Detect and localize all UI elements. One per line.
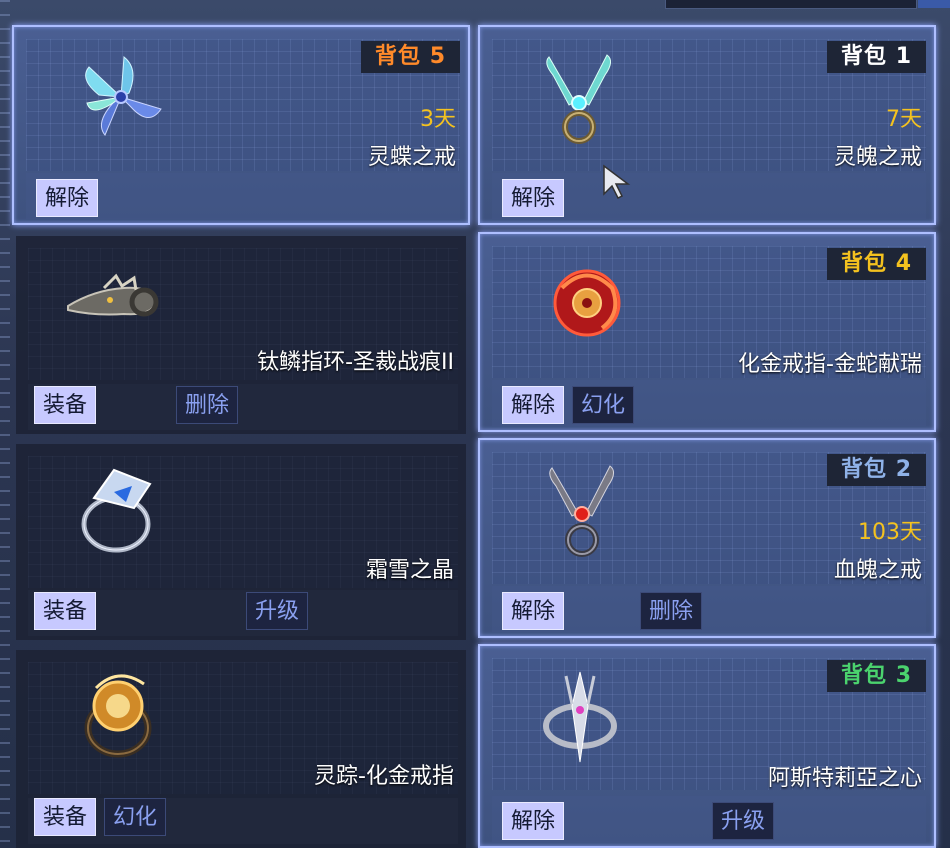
remaining-days: 103天: [858, 520, 922, 545]
ring-card-astraea[interactable]: 背包 3 阿斯特莉亞之心 解除 升级: [478, 644, 936, 848]
item-name: 化金戒指-金蛇献瑞: [738, 352, 922, 377]
transform-button[interactable]: 幻化: [572, 386, 635, 424]
bag-badge: 背包 3: [827, 660, 926, 692]
ring-card-titanium[interactable]: 钛鳞指环-圣裁战痕II 装备 删除: [16, 236, 466, 434]
item-name: 灵蝶之戒: [367, 145, 456, 170]
unequip-button[interactable]: 解除: [36, 179, 99, 217]
unequip-button[interactable]: 解除: [502, 802, 565, 840]
bag-badge: 背包 2: [827, 454, 926, 486]
frost-crystal-ring-icon: [81, 468, 152, 553]
remaining-days: 7天: [886, 107, 922, 132]
bag-badge: 背包 4: [827, 248, 926, 280]
unequip-button[interactable]: 解除: [502, 179, 565, 217]
unequip-button[interactable]: 解除: [502, 386, 565, 424]
top-input-bar[interactable]: [665, 0, 917, 9]
ring-card-soul[interactable]: 背包 1 7天 灵魄之戒 解除: [478, 25, 936, 225]
transform-button[interactable]: 幻化: [104, 798, 167, 836]
titanium-scale-ring-icon: [67, 273, 159, 317]
upgrade-button[interactable]: 升级: [246, 592, 309, 630]
soul-ring-icon: [546, 54, 611, 144]
item-name: 血魄之戒: [833, 558, 922, 583]
item-name: 阿斯特莉亞之心: [767, 766, 922, 791]
ring-card-frost[interactable]: 霜雪之晶 装备 升级: [16, 444, 466, 640]
golden-snake-ring-icon: [553, 269, 621, 337]
bag-badge: 背包 5: [361, 41, 460, 73]
item-name: 灵魄之戒: [833, 145, 922, 170]
equip-button[interactable]: 装备: [34, 592, 97, 630]
mouse-cursor-icon: [603, 164, 631, 200]
bag-badge: 背包 1: [827, 41, 926, 73]
delete-button[interactable]: 删除: [640, 592, 703, 630]
ring-card-golden-snake[interactable]: 背包 4 化金戒指-金蛇献瑞 解除 幻化: [478, 232, 936, 432]
ring-card-spirit-trace[interactable]: 灵踪-化金戒指 装备 幻化: [16, 650, 466, 848]
equip-button[interactable]: 装备: [34, 386, 97, 424]
item-name: 霜雪之晶: [365, 558, 454, 583]
ring-card-blood-soul[interactable]: 背包 2 103天 血魄之戒 解除 删除: [478, 438, 936, 638]
item-name: 灵踪-化金戒指: [314, 764, 454, 789]
unequip-button[interactable]: 解除: [502, 592, 565, 630]
blood-soul-ring-icon: [549, 465, 614, 557]
upgrade-button[interactable]: 升级: [712, 802, 775, 840]
left-edge-decoration: [0, 0, 10, 848]
equip-button[interactable]: 装备: [34, 798, 97, 836]
top-button[interactable]: [918, 0, 950, 8]
spirit-trace-ring-icon: [84, 674, 152, 758]
remaining-days: 3天: [420, 107, 456, 132]
delete-button[interactable]: 删除: [176, 386, 239, 424]
astraea-heart-ring-icon: [543, 671, 617, 763]
ring-card-butterfly[interactable]: 背包 5 3天 灵蝶之戒 解除: [12, 25, 470, 225]
butterfly-ring-icon: [85, 56, 162, 136]
item-name: 钛鳞指环-圣裁战痕II: [257, 350, 454, 375]
